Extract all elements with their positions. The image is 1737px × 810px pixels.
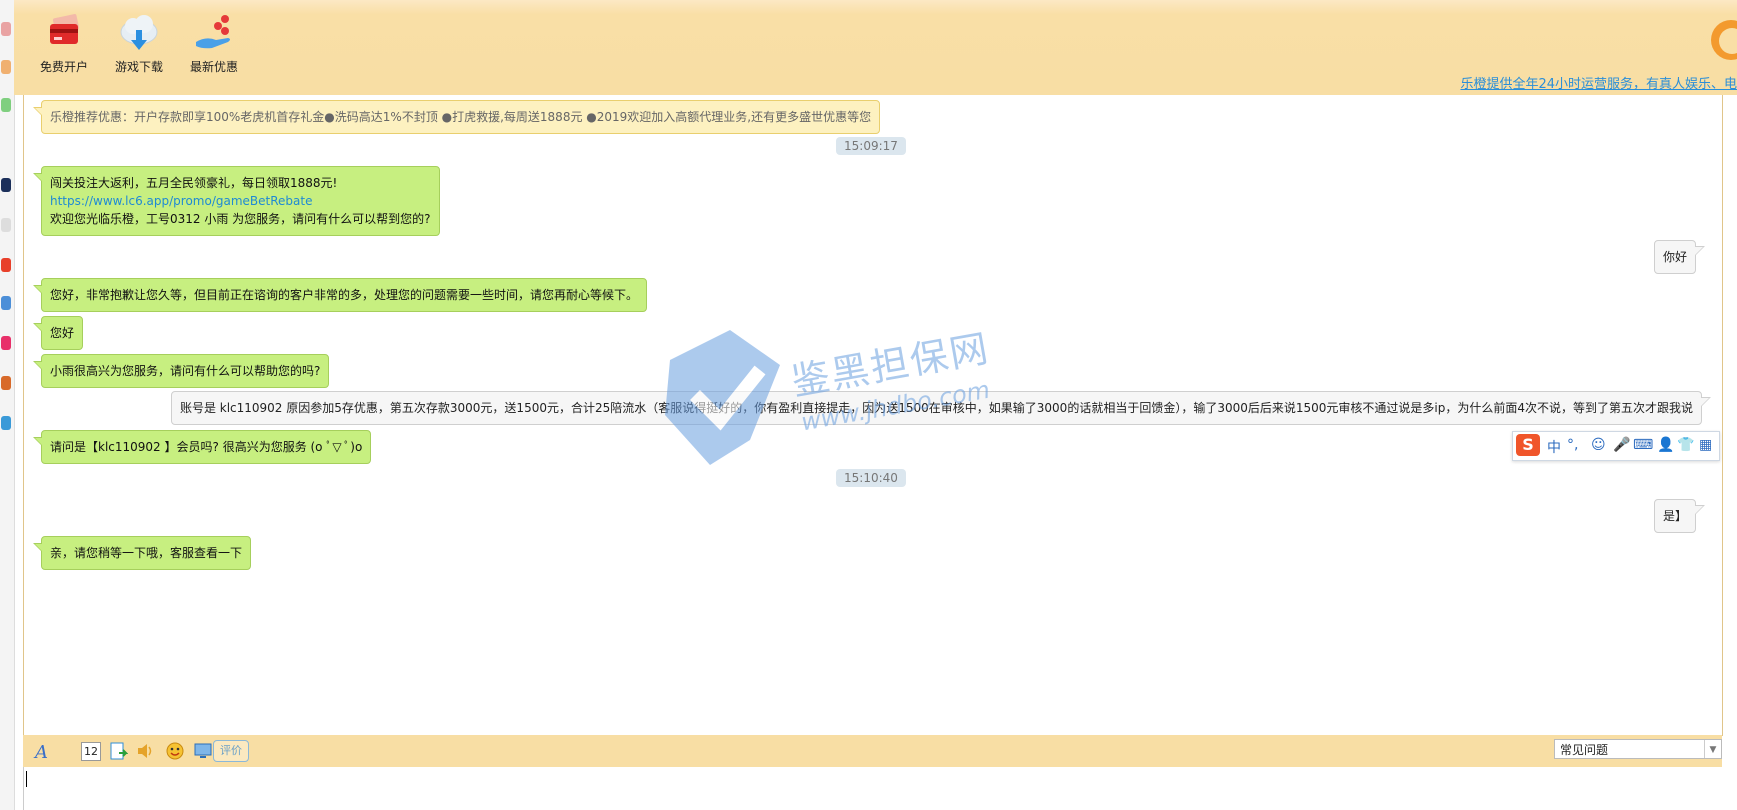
desktop-icon-strip <box>0 0 15 810</box>
user-message: 账号是 klc110902 原因参加5存优惠，第五次存款3000元，送1500元… <box>170 391 1712 425</box>
agent-message: 您好，非常抱歉让您久等，但目前正在谘询的客户非常的多，处理您的问题需要一些时间，… <box>32 278 648 312</box>
free-account-button[interactable]: 免费开户 <box>29 12 99 75</box>
cloud-download-icon <box>120 15 158 50</box>
emoji-icon[interactable]: ☺ <box>1591 437 1606 453</box>
latest-promo-button[interactable]: 最新优惠 <box>179 12 249 75</box>
gift-hand-icon <box>196 15 230 49</box>
microphone-icon[interactable]: 🎤 <box>1613 437 1630 453</box>
app-icon[interactable] <box>1 178 11 192</box>
rate-button[interactable]: 评价 <box>213 740 249 762</box>
svg-text:A: A <box>33 742 48 761</box>
file-send-icon[interactable] <box>108 741 128 761</box>
user-icon[interactable]: 👤 <box>1657 437 1674 453</box>
app-icon[interactable] <box>1 376 11 390</box>
screenshot-icon[interactable] <box>193 741 213 761</box>
message-input[interactable] <box>23 767 1723 810</box>
input-toolbar: A 12 评价 常见问题 ▼ <box>23 735 1722 767</box>
font-style-icon[interactable]: A <box>33 741 53 761</box>
agent-message: 亲，请您稍等一下哦，客服查看一下 <box>32 536 252 570</box>
message-line: 欢迎您光临乐橙，工号0312 小雨 为您服务，请问有什么可以帮到您的? <box>50 212 431 226</box>
agent-message: 请问是【klc110902 】会员吗? 很高兴为您服务 (o ﾟ▽ ﾟ)o <box>32 430 372 464</box>
card-icon <box>50 14 80 44</box>
ime-toolbar[interactable]: S 中 °, ☺ 🎤 ⌨ 👤 👕 ▦ <box>1512 431 1720 461</box>
nav-label: 免费开户 <box>39 60 88 74</box>
ime-mode-toggle[interactable]: 中 <box>1547 437 1561 457</box>
timestamp: 15:10:40 <box>836 469 906 487</box>
app-icon[interactable] <box>1 296 11 310</box>
nav-label: 最新优惠 <box>189 60 238 74</box>
timestamp: 15:09:17 <box>836 137 906 155</box>
emoji-icon[interactable] <box>165 741 185 761</box>
faq-select[interactable]: 常见问题 ▼ <box>1554 739 1722 759</box>
app-icon[interactable] <box>1 416 11 430</box>
brand-logo-icon <box>1711 20 1737 60</box>
header: 免费开户 游戏下载 最新优惠 乐橙提供全年24小时运营服务，有真人娱乐、电 <box>14 0 1737 95</box>
message-line: 闯关投注大返利，五月全民领豪礼，每日领取1888元! <box>50 176 338 190</box>
app-icon[interactable] <box>1 336 11 350</box>
ime-punct-toggle[interactable]: °, <box>1567 437 1578 453</box>
game-download-button[interactable]: 游戏下载 <box>104 12 174 75</box>
chat-window[interactable]: 乐橙推荐优惠：开户存款即享100%老虎机首存礼金●洗码高达1%不封顶 ●打虎救援… <box>23 95 1723 736</box>
keyboard-icon[interactable]: ⌨ <box>1633 437 1653 453</box>
text-caret <box>26 771 27 787</box>
ime-logo-icon[interactable]: S <box>1516 434 1540 456</box>
font-size-field[interactable]: 12 <box>81 742 101 761</box>
user-message: 你好 <box>1653 240 1706 274</box>
skin-icon[interactable]: 👕 <box>1677 437 1694 453</box>
app-icon[interactable] <box>1 258 11 272</box>
nav-label: 游戏下载 <box>114 60 163 74</box>
user-message: 是】 <box>1653 499 1706 533</box>
sound-icon[interactable] <box>136 741 156 761</box>
app-icon[interactable] <box>1 22 11 36</box>
chevron-down-icon[interactable]: ▼ <box>1704 740 1721 758</box>
app-icon[interactable] <box>1 98 11 112</box>
agent-message: 闯关投注大返利，五月全民领豪礼，每日领取1888元! https://www.l… <box>33 166 440 236</box>
promo-link[interactable]: https://www.lc6.app/promo/gameBetRebate <box>50 194 313 208</box>
app-icon[interactable] <box>1 60 11 74</box>
agent-message: 小雨很高兴为您服务，请问有什么可以帮助您的吗? <box>32 354 330 388</box>
service-info-link[interactable]: 乐橙提供全年24小时运营服务，有真人娱乐、电 <box>1460 73 1737 92</box>
agent-message: 您好 <box>32 316 84 350</box>
grid-menu-icon[interactable]: ▦ <box>1699 437 1712 453</box>
faq-selected-value: 常见问题 <box>1560 743 1609 757</box>
app-icon[interactable] <box>1 218 11 232</box>
promo-message: 乐橙推荐优惠：开户存款即享100%老虎机首存礼金●洗码高达1%不封顶 ●打虎救援… <box>32 100 881 134</box>
